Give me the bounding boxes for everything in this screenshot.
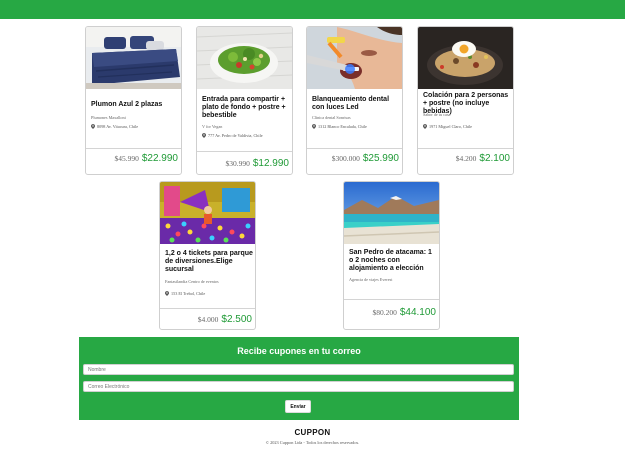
ball-pit-park-image — [160, 182, 255, 244]
card-divider — [307, 148, 402, 149]
atacama-lagoon-image — [344, 182, 439, 244]
new-price: $12.990 — [252, 158, 289, 169]
offer-card-lunch[interactable]: Colación para 2 personas + postre (no in… — [417, 26, 514, 175]
offer-address: 153 El Trebol, Chile — [165, 291, 205, 296]
old-price: $80.200 — [372, 308, 397, 317]
offer-address: 1312 Blanco Encalada, Chile — [312, 124, 367, 129]
card-divider — [197, 151, 292, 152]
offer-merchant: Plumones Maxalloni — [91, 115, 126, 120]
send-button[interactable]: Enviar — [285, 400, 311, 413]
new-price: $2.500 — [221, 314, 252, 325]
offer-address: 777 Av. Pedro de Valdivia, Chile — [202, 133, 263, 138]
name-input[interactable] — [83, 364, 514, 375]
blue-bedding-image — [86, 27, 181, 89]
old-price: $4.000 — [197, 315, 219, 324]
offer-card-dental[interactable]: Blanqueamiento dental con luces Led Clín… — [306, 26, 403, 175]
newsletter-section: Recibe cupones en tu correo Enviar — [79, 337, 519, 420]
new-price: $44.100 — [399, 307, 436, 318]
offer-prices: $300.000 $25.990 — [332, 153, 399, 164]
offer-prices: $4.200 $2.100 — [456, 153, 510, 164]
location-pin-icon — [165, 291, 169, 296]
location-pin-icon — [423, 124, 427, 129]
salad-image — [197, 27, 292, 89]
offer-address: 1971 Miguel Claro, Chile — [423, 124, 472, 129]
offer-card-amusement-park[interactable]: 1,2 o 4 tickets para parque de diversion… — [159, 181, 256, 330]
new-price: $22.990 — [141, 153, 178, 164]
offer-prices: $30.990 $12.990 — [225, 158, 289, 169]
offer-prices: $80.200 $44.100 — [372, 307, 436, 318]
offer-merchant: V for Vegan — [202, 124, 223, 129]
dental-whitening-image — [307, 27, 402, 89]
offer-merchant: Agencia de viajes Everest — [349, 277, 393, 282]
offer-merchant: Fantasilandia Centro de eventos — [165, 279, 219, 284]
offer-title: 1,2 o 4 tickets para parque de diversion… — [165, 250, 253, 274]
old-price: $300.000 — [331, 154, 360, 163]
offer-title: Entrada para compartir + plato de fondo … — [202, 96, 286, 120]
footer-copyright: © 2023 Cuppon Ltda - Todos los derechos … — [265, 440, 360, 445]
card-divider — [418, 148, 513, 149]
old-price: $45.990 — [114, 154, 139, 163]
top-header-bar — [0, 0, 625, 19]
footer-brand: CUPPON — [294, 428, 331, 437]
offer-card-atacama[interactable]: San Pedro de atacama: 1 o 2 noches con a… — [343, 181, 440, 330]
location-pin-icon — [202, 133, 206, 138]
offer-title: San Pedro de atacama: 1 o 2 noches con a… — [349, 249, 432, 273]
offer-address-text: 1312 Blanco Encalada, Chile — [318, 124, 367, 129]
card-divider — [344, 299, 439, 300]
rice-egg-dish-image — [418, 27, 513, 89]
offer-card-salad[interactable]: Entrada para compartir + plato de fondo … — [196, 26, 293, 175]
offer-merchant: Clínica dental Sonrisas — [312, 115, 351, 120]
offer-address-text: 777 Av. Pedro de Valdivia, Chile — [208, 133, 263, 138]
card-divider — [86, 148, 181, 149]
offer-title: Blanqueamiento dental con luces Led — [312, 96, 390, 112]
newsletter-title: Recibe cupones en tu correo — [237, 346, 361, 356]
offer-address: 8098 Av. Vitacura, Chile — [91, 124, 138, 129]
location-pin-icon — [312, 124, 316, 129]
offer-prices: $4.000 $2.500 — [198, 314, 252, 325]
old-price: $4.200 — [455, 154, 477, 163]
offer-prices: $45.990 $22.990 — [114, 153, 178, 164]
new-price: $25.990 — [362, 153, 399, 164]
offer-address-text: 8098 Av. Vitacura, Chile — [97, 124, 139, 129]
offer-merchant: Sabor de tu casa — [423, 112, 451, 117]
email-input[interactable] — [83, 381, 514, 392]
new-price: $2.100 — [479, 153, 510, 164]
offer-card-bedding[interactable]: Plumon Azul 2 plazas Plumones Maxalloni … — [85, 26, 182, 175]
location-pin-icon — [91, 124, 95, 129]
old-price: $30.990 — [225, 159, 250, 168]
offer-title: Plumon Azul 2 plazas — [91, 101, 163, 108]
offer-address-text: 153 El Trebol, Chile — [171, 291, 206, 296]
offer-address-text: 1971 Miguel Claro, Chile — [429, 124, 473, 129]
card-divider — [160, 308, 255, 309]
